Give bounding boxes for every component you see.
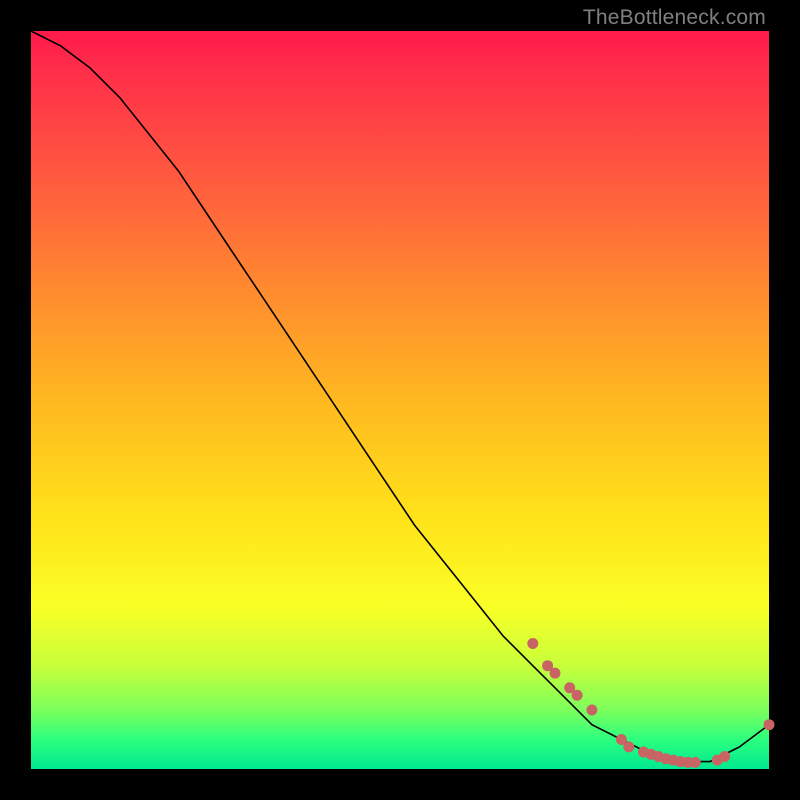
data-dot	[572, 690, 583, 701]
data-dot	[586, 705, 597, 716]
data-dot	[764, 719, 775, 730]
data-dot	[690, 757, 701, 768]
plot-area	[31, 31, 769, 769]
data-dot	[550, 668, 561, 679]
curve-layer	[31, 31, 769, 769]
chart-frame: TheBottleneck.com	[0, 0, 800, 800]
bottleneck-curve	[31, 31, 769, 762]
watermark-text: TheBottleneck.com	[583, 6, 766, 30]
data-dot	[623, 741, 634, 752]
data-dot	[719, 751, 730, 762]
data-dot	[527, 638, 538, 649]
